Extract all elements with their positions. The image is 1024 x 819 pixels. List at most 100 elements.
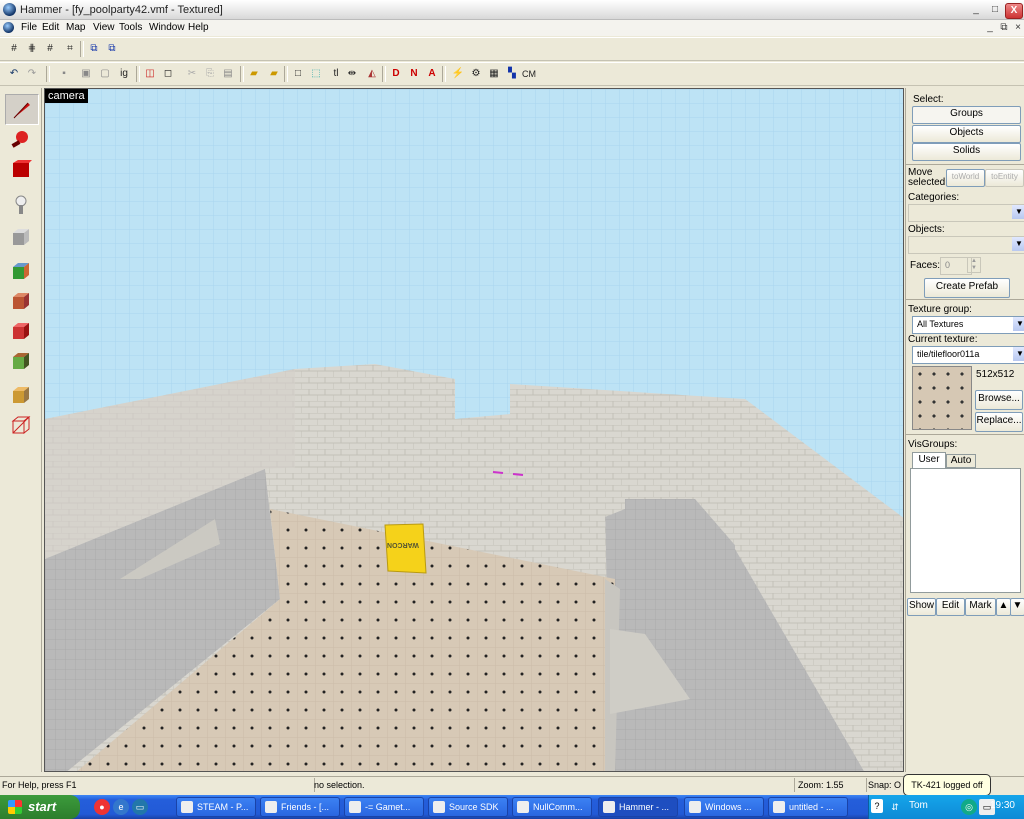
ungroup-icon[interactable]: ▢ xyxy=(97,66,113,82)
visgroup-edit-button[interactable]: Edit xyxy=(936,598,965,616)
select-box-icon[interactable]: □ xyxy=(290,66,306,82)
to-entity-button[interactable]: toEntity xyxy=(985,169,1024,187)
task-nullcomm[interactable]: NullComm... xyxy=(512,797,592,817)
flip-icon[interactable]: ⇹ xyxy=(344,66,360,82)
maximize-button[interactable]: □ xyxy=(987,3,1003,17)
group-icon[interactable]: ⧉ xyxy=(104,41,120,57)
clock: 19:30 xyxy=(989,800,1015,811)
doc-close-button[interactable]: × xyxy=(1010,21,1024,35)
overlay-tool[interactable] xyxy=(5,346,37,375)
desktop-icon[interactable]: ▭ xyxy=(132,799,148,815)
replace-button[interactable]: Replace... xyxy=(975,412,1023,432)
grid-smaller-icon[interactable]: ⋕ xyxy=(24,41,40,57)
chrome-icon[interactable]: ● xyxy=(94,799,110,815)
help-icon[interactable]: ? xyxy=(871,799,883,813)
block-tool[interactable] xyxy=(5,222,37,251)
chevron-down-icon: ▼ xyxy=(1013,347,1024,361)
ignore-groups-icon[interactable]: ig xyxy=(116,66,132,82)
menu-file[interactable]: File xyxy=(21,22,37,33)
notification-tooltip[interactable]: TK-421 logged off xyxy=(903,774,991,796)
texture-browser-icon[interactable]: ▦ xyxy=(486,66,502,82)
show-decals-icon[interactable]: N xyxy=(406,66,422,82)
menu-edit[interactable]: Edit xyxy=(42,22,59,33)
scroll-icon[interactable]: ⇵ xyxy=(887,799,903,815)
task-hammer[interactable]: Hammer - ... xyxy=(598,797,678,817)
grid-toggle-icon[interactable]: # xyxy=(6,41,22,57)
grid-larger-icon[interactable]: # xyxy=(42,41,58,57)
apply-texture-tool[interactable] xyxy=(5,286,37,315)
texture-application-tool[interactable] xyxy=(5,256,37,285)
groups-button[interactable]: Groups xyxy=(912,106,1021,124)
tab-user[interactable]: User xyxy=(912,452,946,468)
clipping-tool[interactable] xyxy=(5,380,37,409)
cut-icon[interactable]: ▪ xyxy=(56,66,72,82)
carve-icon[interactable]: ⧉ xyxy=(86,41,102,57)
redo-icon[interactable]: ↷ xyxy=(24,66,40,82)
menu-map[interactable]: Map xyxy=(66,22,85,33)
ie-icon[interactable]: e xyxy=(113,799,129,815)
menu-help[interactable]: Help xyxy=(188,22,209,33)
copy-icon[interactable]: ⎘ xyxy=(202,66,218,82)
magnify-tool[interactable] xyxy=(5,124,37,153)
show-all-icon[interactable]: ◻ xyxy=(160,66,176,82)
texture-lock-icon[interactable]: ▰ xyxy=(246,66,262,82)
tl-icon[interactable]: tl xyxy=(328,66,344,82)
decal-tool[interactable] xyxy=(5,316,37,345)
task-source-sdk[interactable]: Source SDK xyxy=(428,797,508,817)
texture-group-combo[interactable]: All Textures ▼ xyxy=(912,316,1024,334)
close-button[interactable]: X xyxy=(1005,3,1023,19)
run-map-icon[interactable]: ⚡ xyxy=(450,66,466,82)
grid-3d-icon[interactable]: ⌗ xyxy=(62,41,78,57)
minimize-button[interactable]: _ xyxy=(968,3,984,17)
warcon-sign-text: WARCON xyxy=(387,541,419,548)
document-icon[interactable] xyxy=(3,22,14,33)
vertex-tool[interactable] xyxy=(5,410,37,439)
camera-tool[interactable] xyxy=(5,154,37,183)
tab-auto[interactable]: Auto xyxy=(946,454,976,468)
start-button[interactable]: start xyxy=(0,795,80,819)
to-world-button[interactable]: toWorld xyxy=(946,169,985,187)
show-models-icon[interactable]: D xyxy=(388,66,404,82)
visgroup-show-button[interactable]: Show xyxy=(907,598,936,616)
task-friends[interactable]: Friends - [... xyxy=(260,797,340,817)
faces-spinner[interactable]: ▲ ▼ xyxy=(967,257,981,273)
steam-icon xyxy=(181,801,193,813)
select-all-icon[interactable]: ⬚ xyxy=(308,66,324,82)
settings-icon[interactable]: ⚙ xyxy=(468,66,484,82)
objects-button[interactable]: Objects xyxy=(912,125,1021,143)
selection-tool[interactable] xyxy=(5,94,39,125)
task-untitled[interactable]: untitled - ... xyxy=(768,797,848,817)
hammer-app-icon[interactable] xyxy=(3,3,16,16)
objects-combo[interactable]: ▼ xyxy=(908,236,1024,254)
solids-button[interactable]: Solids xyxy=(912,143,1021,161)
task-steam[interactable]: STEAM - P... xyxy=(176,797,256,817)
clip-icon xyxy=(13,386,29,403)
camera-viewport[interactable]: camera WARCON xyxy=(44,88,904,772)
menu-window[interactable]: Window xyxy=(149,22,185,33)
menu-view[interactable]: View xyxy=(93,22,115,33)
visgroups-list[interactable] xyxy=(910,468,1021,593)
visgroup-mark-button[interactable]: Mark xyxy=(965,598,996,616)
group-selection-icon[interactable]: ▣ xyxy=(78,66,94,82)
show-entities-icon[interactable]: A xyxy=(424,66,440,82)
entity-tool[interactable] xyxy=(5,190,37,219)
texture-scale-lock-icon[interactable]: ▰ xyxy=(266,66,282,82)
move-up-arrow-icon[interactable]: ▲ xyxy=(996,598,1011,616)
cm-icon[interactable]: CM xyxy=(521,66,537,82)
decal-icon xyxy=(13,322,29,339)
hide-selected-icon[interactable]: ◫ xyxy=(142,66,158,82)
menu-tools[interactable]: Tools xyxy=(119,22,142,33)
move-down-arrow-icon[interactable]: ▼ xyxy=(1010,598,1024,616)
create-prefab-button[interactable]: Create Prefab xyxy=(924,278,1010,298)
current-texture-combo[interactable]: tile/tilefloor011a ▼ xyxy=(912,346,1024,364)
cordon-icon[interactable]: ▚ xyxy=(504,66,520,82)
task-gamet[interactable]: -= Gamet... xyxy=(344,797,424,817)
browse-button[interactable]: Browse... xyxy=(975,390,1023,410)
categories-combo[interactable]: ▼ xyxy=(908,204,1024,222)
undo-icon[interactable]: ↶ xyxy=(6,66,22,82)
rotate-icon[interactable]: ◭ xyxy=(364,66,380,82)
steam-tray-icon[interactable]: ◎ xyxy=(961,799,977,815)
cut-selection-icon[interactable]: ✂ xyxy=(184,66,200,82)
task-windows[interactable]: Windows ... xyxy=(684,797,764,817)
paste-icon[interactable]: ▤ xyxy=(220,66,236,82)
